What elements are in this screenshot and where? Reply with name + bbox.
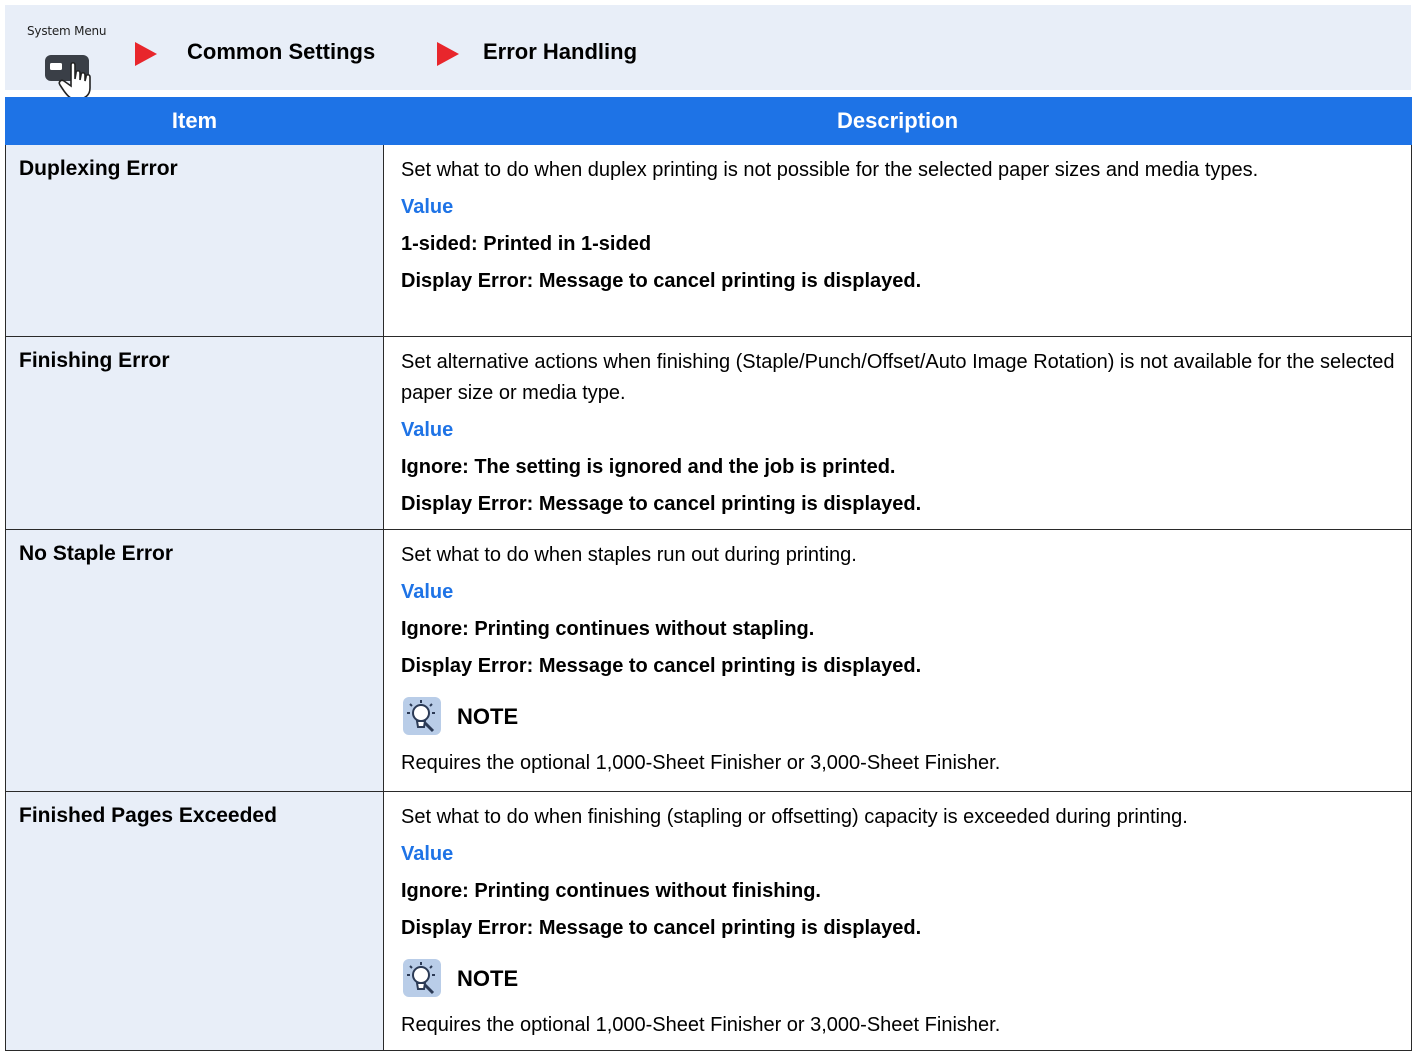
lightbulb-icon (403, 697, 441, 735)
value-heading: Value (401, 581, 454, 603)
item-description-cell: Set what to do when staples run out duri… (383, 529, 1412, 792)
value-option: Ignore: The setting is ignored and the j… (401, 456, 896, 478)
description-text: Set what to do when duplex printing is n… (401, 159, 1259, 181)
item-name: Duplexing Error (5, 144, 384, 337)
table-row: No Staple Error Set what to do when stap… (5, 529, 1412, 792)
item-description-cell: Set alternative actions when finishing (… (383, 336, 1412, 530)
note-text: Requires the optional 1,000-Sheet Finish… (401, 1014, 1001, 1036)
item-name: Finishing Error (5, 336, 384, 530)
column-header-item: Item (5, 97, 384, 145)
system-menu-button-icon[interactable] (45, 55, 101, 101)
item-description-cell: Set what to do when duplex printing is n… (383, 144, 1412, 337)
triangle-right-icon (437, 42, 459, 66)
item-name: Finished Pages Exceeded (5, 791, 384, 1051)
value-heading: Value (401, 843, 454, 865)
value-option: Display Error: Message to cancel printin… (401, 917, 922, 939)
item-name: No Staple Error (5, 529, 384, 792)
note-label: NOTE (457, 703, 519, 729)
breadcrumb-error-handling: Error Handling (483, 39, 638, 64)
breadcrumb-header: System Menu Common Settings Error Handli… (5, 5, 1411, 100)
value-option: Display Error: Message to cancel printin… (401, 270, 922, 292)
value-heading: Value (401, 419, 454, 441)
system-menu-label: System Menu (27, 24, 107, 38)
value-option: 1-sided: Printed in 1-sided (401, 233, 652, 255)
note-header: NOTE (401, 696, 1399, 736)
note-text: Requires the optional 1,000-Sheet Finish… (401, 752, 1001, 774)
value-heading: Value (401, 196, 454, 218)
value-option: Display Error: Message to cancel printin… (401, 493, 922, 515)
note-header: NOTE (401, 958, 1399, 998)
table-header-row: Item Description (5, 97, 1412, 145)
value-option: Ignore: Printing continues without finis… (401, 880, 821, 902)
description-text: Set what to do when staples run out duri… (401, 544, 857, 566)
item-description-cell: Set what to do when finishing (stapling … (383, 791, 1412, 1051)
value-option: Ignore: Printing continues without stapl… (401, 618, 815, 640)
settings-table: Item Description Duplexing Error Set wha… (5, 97, 1412, 1051)
table-row: Finished Pages Exceeded Set what to do w… (5, 791, 1412, 1051)
value-option: Display Error: Message to cancel printin… (401, 655, 922, 677)
lightbulb-icon (403, 959, 441, 997)
triangle-right-icon (135, 42, 157, 66)
breadcrumb-common-settings: Common Settings (187, 39, 376, 64)
description-text: Set what to do when finishing (stapling … (401, 806, 1188, 828)
table-row: Duplexing Error Set what to do when dupl… (5, 144, 1412, 337)
description-text: Set alternative actions when finishing (… (401, 351, 1395, 404)
note-label: NOTE (457, 965, 519, 991)
table-row: Finishing Error Set alternative actions … (5, 336, 1412, 530)
column-header-description: Description (383, 97, 1412, 145)
